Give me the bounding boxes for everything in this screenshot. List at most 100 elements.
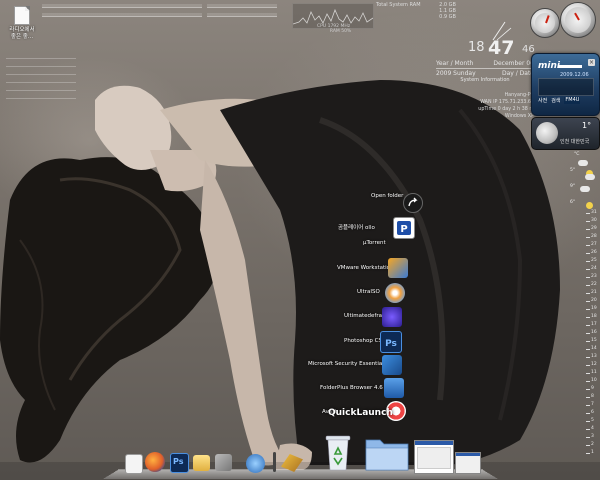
window-thumbnail[interactable] (414, 440, 454, 474)
ruler-tick (586, 253, 590, 254)
ruler-number: 3 (591, 434, 594, 439)
player-icon[interactable]: P (393, 217, 415, 239)
ram-label: RAM 50% (329, 29, 352, 34)
ql-security-label[interactable]: Microsoft Security Essentials (308, 361, 387, 367)
ql-folderplus-label[interactable]: FolderPlus Browser 4.6 (320, 385, 383, 391)
ruler-number: 18 (591, 314, 597, 319)
system-info: Total System RAM 2.0 GB 1.1 GB 0.9 GB (376, 2, 456, 20)
meter-9 (207, 3, 277, 8)
meter-8 (162, 12, 202, 17)
folderplus-icon[interactable] (384, 378, 404, 398)
ruler-tick (586, 277, 590, 278)
folder-icon[interactable] (193, 455, 210, 471)
photoshop-icon[interactable]: Ps (380, 331, 402, 353)
ruler-number: 21 (591, 290, 597, 295)
folder-icon[interactable] (364, 432, 410, 472)
ruler-number: 24 (591, 266, 597, 271)
mini-screen (538, 78, 594, 96)
ruler-tick (586, 397, 590, 398)
ruler-tick (586, 325, 590, 326)
mini-radio-widget[interactable]: mini × 2009.12.06 사전 검색 FM4U (531, 53, 600, 116)
browser-icon[interactable] (246, 454, 265, 473)
graph-labels: CPU 1792 MHz RAM 50% (317, 24, 362, 34)
ruler-number: 22 (591, 282, 597, 287)
ql-vmware-label[interactable]: VMware Workstation (337, 265, 394, 271)
ruler-number: 17 (591, 322, 597, 327)
ruler-number: 27 (591, 242, 597, 247)
clock-minute: 47 (488, 37, 515, 59)
os-name: Windows XP (504, 114, 534, 119)
ruler-number: 19 (591, 306, 597, 311)
ruler-number: 12 (591, 362, 597, 367)
close-icon[interactable]: × (588, 59, 595, 66)
month-day: December 06 (493, 60, 534, 67)
ruler-tick (586, 261, 590, 262)
wan-ip: WAN IP 175.71.233.67 (480, 100, 534, 105)
firefox-icon[interactable] (145, 452, 165, 472)
arrow-icon[interactable] (403, 193, 423, 213)
ruler-number: 23 (591, 274, 597, 279)
ruler-number: 5 (591, 418, 594, 423)
host-name: Hanyang-PC (504, 93, 534, 98)
ram-gauge (560, 2, 596, 38)
ruler-number: 15 (591, 338, 597, 343)
security-icon[interactable] (382, 355, 402, 375)
disc-icon[interactable] (385, 283, 405, 303)
ruler-tick (586, 389, 590, 390)
clock-hour: 18 (468, 40, 485, 55)
tab-dictionary[interactable]: 사전 (538, 97, 547, 104)
ruler-number: 13 (591, 354, 597, 359)
ruler-number: 30 (591, 218, 597, 223)
tab-fm4u[interactable]: FM4U (564, 97, 581, 104)
forecast-temp-3: 6° (570, 200, 576, 205)
ruler-tick (586, 365, 590, 366)
defrag-icon[interactable] (382, 307, 402, 327)
ruler-number: 16 (591, 330, 597, 335)
quicklaunch-title: QuickLaunch (328, 408, 393, 418)
ruler-number: 25 (591, 258, 597, 263)
ruler-number: 2 (591, 442, 594, 447)
document-icon (14, 6, 30, 25)
meter-3 (122, 3, 162, 8)
ruler-number: 10 (591, 378, 597, 383)
svg-text:P: P (400, 224, 407, 235)
quicklaunch-menu: Open folder 곰플레이어 ollo P µTorrent VMware… (300, 185, 440, 425)
document-icon[interactable] (125, 454, 143, 474)
weather-location: 인천 대한민국 (560, 139, 590, 145)
ql-open-folder-label[interactable]: Open folder (371, 193, 403, 199)
tab-search[interactable]: 검색 (551, 97, 560, 104)
pen-icon[interactable] (273, 452, 276, 472)
desktop-file-icon[interactable]: 라디오에서 좋은 좋... (2, 6, 42, 41)
forecast-temp-2: 9° (570, 184, 576, 189)
ruler-tick (586, 429, 590, 430)
ruler-tick (586, 293, 590, 294)
ruler-number: 11 (591, 370, 597, 375)
ql-torrent-label[interactable]: µTorrent (363, 240, 386, 246)
tools-icon[interactable] (215, 454, 232, 471)
photoshop-icon[interactable]: Ps (170, 453, 189, 473)
ruler-tick (586, 421, 590, 422)
weather-widget[interactable]: 1° 인천 대한민국 (531, 117, 600, 150)
window-thumbnail-2[interactable] (455, 452, 481, 474)
sys-info-label: Total System RAM (376, 2, 421, 8)
ruler-tick (586, 245, 590, 246)
trash-icon[interactable] (322, 432, 354, 472)
sun-icon (586, 202, 593, 209)
ql-player-label[interactable]: 곰플레이어 ollo (338, 223, 375, 231)
left-system-text (6, 52, 76, 100)
vmware-icon[interactable] (388, 258, 408, 278)
ruler-tick (586, 333, 590, 334)
ql-ultraiso-label[interactable]: UltraISO (357, 289, 380, 295)
ruler-number: 14 (591, 346, 597, 351)
ruler-number: 4 (591, 426, 594, 431)
dock-ps-label: Ps (173, 457, 184, 466)
mini-tabs: 사전 검색 FM4U (538, 97, 581, 104)
ruler-tick (586, 341, 590, 342)
ql-defrag-label[interactable]: Ultimatedefrag (344, 313, 385, 319)
ruler-number: 7 (591, 402, 594, 407)
ruler-number: 31 (591, 210, 597, 215)
meter-10 (207, 12, 277, 17)
ruler-number: 9 (591, 386, 594, 391)
resource-meters: CPU 1792 MHz RAM 50% (42, 1, 374, 34)
ruler-number: 29 (591, 226, 597, 231)
